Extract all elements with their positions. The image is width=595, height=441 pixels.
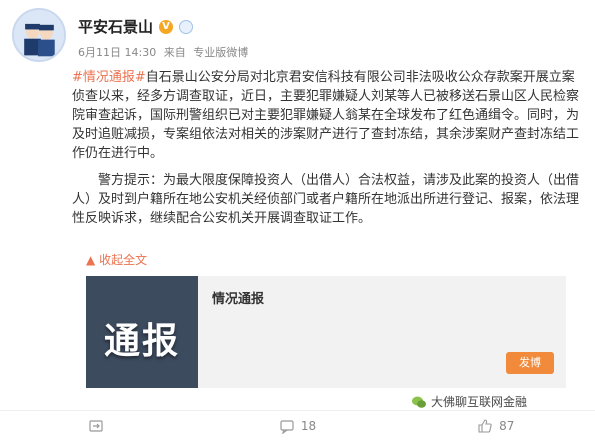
repost-icon	[89, 420, 103, 432]
post-body: #情况通报#自石景山公安分局对北京君安信科技有限公司非法吸收公众存款案开展立案侦…	[72, 68, 582, 228]
wechat-icon	[412, 396, 426, 408]
hashtag-link[interactable]: #情况通报#	[72, 70, 146, 85]
post-source[interactable]: 专业版微博	[193, 46, 248, 59]
author-name[interactable]: 平安石景山	[78, 16, 153, 37]
post-meta: 6月11日 14:30 来自 专业版微博	[78, 44, 252, 60]
attached-card[interactable]: 通报 情况通报 发博	[86, 276, 566, 388]
like-button[interactable]: 87	[397, 418, 595, 434]
collapse-label: 收起全文	[99, 253, 148, 267]
collapse-link[interactable]: ▲ 收起全文	[86, 251, 147, 268]
card-image-text: 通报	[103, 321, 180, 362]
watermark-text: 大佛聊互联网金融	[431, 395, 528, 409]
repost-button[interactable]	[0, 418, 198, 434]
comment-count: 18	[300, 419, 317, 433]
police-avatar-icon	[14, 10, 64, 60]
paragraph-1-text: 自石景山公安分局对北京君安信科技有限公司非法吸收公众存款案开展立案侦查以来，经多…	[72, 70, 580, 161]
verified-icon: V	[159, 19, 174, 34]
post-button[interactable]: 发博	[506, 352, 554, 374]
avatar[interactable]	[12, 8, 66, 62]
post-header: 平安石景山 V 6月11日 14:30 来自 专业版微博	[12, 8, 582, 64]
via-prefix: 来自	[163, 46, 186, 59]
card-image: 通报	[86, 276, 198, 388]
collapse-arrow-icon: ▲	[86, 253, 96, 267]
comment-icon	[280, 420, 294, 434]
paragraph-2: 警方提示：为最大限度保障投资人（出借人）合法权益，请涉及此案的投资人（出借人）及…	[72, 173, 580, 226]
paragraph-1: #情况通报#自石景山公安分局对北京君安信科技有限公司非法吸收公众存款案开展立案侦…	[72, 68, 582, 163]
member-badge-icon	[179, 19, 194, 34]
action-bar: 18 87	[0, 410, 595, 441]
comment-button[interactable]: 18	[198, 418, 396, 434]
card-title: 情况通报	[212, 292, 265, 307]
author-row: 平安石景山 V	[78, 16, 194, 37]
thumbs-up-icon	[478, 419, 492, 433]
watermark: 大佛聊互联网金融	[408, 392, 531, 411]
like-count: 87	[499, 419, 515, 433]
post-date[interactable]: 6月11日 14:30	[78, 46, 156, 59]
